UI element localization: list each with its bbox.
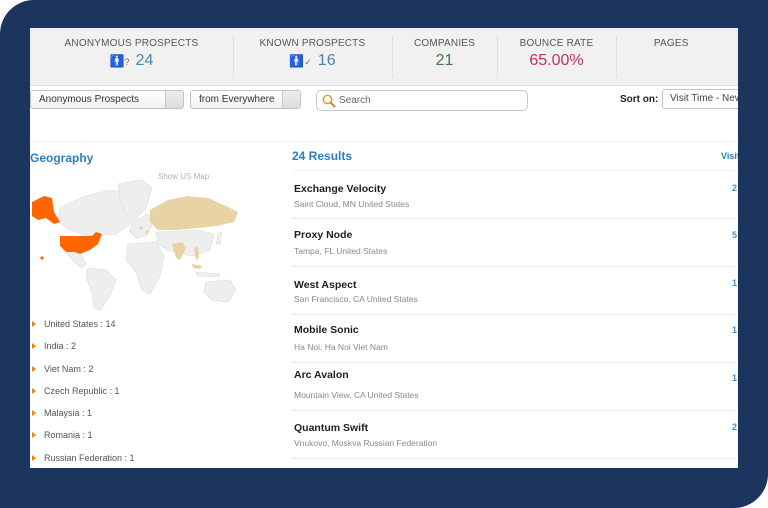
result-row[interactable]: Exchange Velocity Saint Cloud, MN United… (292, 171, 738, 219)
location-value: from Everywhere (199, 94, 275, 105)
anonymous-person-icon: 🚹? (109, 54, 130, 68)
bullet-arrow-icon (32, 432, 36, 439)
stat-value: 24 (135, 52, 154, 69)
country-item[interactable]: India : 2 (30, 341, 135, 363)
result-visits: 1 (732, 325, 738, 335)
result-location: Vnukovo, Moskva Russian Federation (294, 438, 438, 448)
result-name[interactable]: Proxy Node (294, 229, 352, 241)
map-africa (125, 241, 165, 295)
country-item[interactable]: Romania : 1 (30, 430, 135, 452)
stat-pages[interactable]: PAGES (615, 28, 738, 86)
map-usa (60, 232, 102, 254)
result-location: Mountain View, CA United States (294, 390, 419, 400)
country-item[interactable]: United States : 14 (30, 319, 135, 341)
known-person-icon: 🚹✓ (289, 54, 312, 68)
country-item[interactable]: Czech Republic : 1 (30, 386, 135, 408)
country-list: United States : 14 India : 2 Viet Nam : … (30, 319, 135, 468)
country-item[interactable]: Malaysia : 1 (30, 408, 135, 430)
geography-title: Geography (30, 151, 94, 165)
dropdown-arrow-icon (282, 91, 300, 108)
result-visits: 2 (732, 422, 738, 432)
country-item[interactable]: Russian Federation : 1 (30, 453, 135, 468)
world-map[interactable] (30, 178, 280, 313)
result-name[interactable]: Mobile Sonic (294, 324, 359, 336)
location-select[interactable]: from Everywhere (190, 90, 301, 109)
sort-select[interactable]: Visit Time - Newest (662, 89, 738, 109)
search-icon (322, 94, 336, 108)
bullet-arrow-icon (32, 365, 36, 372)
result-visits: 5 (732, 230, 738, 240)
result-row[interactable]: West Aspect San Francisco, CA United Sta… (292, 267, 738, 315)
prospect-type-value: Anonymous Prospects (39, 94, 140, 105)
sort-label: Sort on: (620, 94, 659, 105)
visits-column-header[interactable]: Visits (721, 151, 738, 161)
bullet-arrow-icon (32, 321, 36, 327)
stat-label: COMPANIES (413, 38, 476, 49)
map-asia (155, 229, 215, 257)
stat-label: ANONYMOUS PROSPECTS (64, 38, 199, 49)
map-czech (139, 226, 143, 230)
section-divider (30, 141, 738, 142)
stat-label: KNOWN PROSPECTS (259, 38, 366, 49)
map-mexico (65, 251, 87, 269)
result-visits: 1 (732, 373, 738, 383)
map-romania (145, 230, 149, 234)
map-indonesia (195, 271, 221, 278)
stat-known-prospects[interactable]: KNOWN PROSPECTS 🚹✓ 16 (232, 28, 392, 86)
stats-bar: ANONYMOUS PROSPECTS 🚹? 24 KNOWN PROSPECTS… (30, 28, 738, 86)
result-name[interactable]: Quantum Swift (294, 422, 368, 434)
bullet-arrow-icon (32, 454, 36, 461)
result-row[interactable]: Proxy Node Tampa, FL United States 5 (292, 219, 738, 267)
result-location: Tampa, FL United States (294, 246, 388, 256)
map-japan (215, 231, 223, 245)
stat-label: PAGES (653, 38, 689, 49)
stat-bounce-rate[interactable]: BOUNCE RATE 65.00% (497, 28, 616, 86)
map-malaysia (192, 264, 202, 269)
results-count-title: 24 Results (292, 149, 353, 163)
map-australia (203, 279, 237, 303)
map-south-america (85, 267, 117, 311)
result-location: San Francisco, CA United States (294, 294, 418, 304)
map-hawaii (40, 256, 44, 260)
result-location: Saint Cloud, MN United States (294, 199, 410, 209)
bullet-arrow-icon (32, 343, 36, 350)
result-visits: 1 (732, 278, 738, 288)
result-name[interactable]: Exchange Velocity (294, 183, 386, 195)
window-frame: ANONYMOUS PROSPECTS 🚹? 24 KNOWN PROSPECTS… (0, 0, 768, 508)
search-input[interactable] (339, 93, 524, 108)
country-item[interactable]: Viet Nam : 2 (30, 364, 135, 386)
result-row[interactable]: Arc Avalon Mountain View, CA United Stat… (292, 363, 738, 411)
bullet-arrow-icon (32, 387, 36, 394)
stat-companies[interactable]: COMPANIES 21 (391, 28, 497, 86)
prospect-type-select[interactable]: Anonymous Prospects (30, 90, 184, 109)
map-alaska (32, 196, 60, 224)
result-visits: 2 (732, 183, 738, 193)
prospects-panel: ANONYMOUS PROSPECTS 🚹? 24 KNOWN PROSPECTS… (30, 28, 738, 468)
bullet-arrow-icon (32, 410, 36, 417)
stat-anonymous-prospects[interactable]: ANONYMOUS PROSPECTS 🚹? 24 (30, 28, 233, 86)
search-box[interactable] (316, 90, 528, 111)
stat-label: BOUNCE RATE (519, 38, 594, 49)
dropdown-arrow-icon (165, 91, 183, 108)
map-russia (150, 196, 238, 230)
stat-value: 65.00% (529, 52, 584, 69)
result-name[interactable]: Arc Avalon (294, 369, 349, 381)
result-name[interactable]: West Aspect (294, 279, 356, 291)
result-location: Ha Noi, Ha Noi Viet Nam (294, 342, 388, 352)
stat-value: 21 (435, 52, 454, 69)
result-row[interactable]: Quantum Swift Vnukovo, Moskva Russian Fe… (292, 411, 738, 459)
stat-value: 16 (317, 52, 336, 69)
result-row[interactable]: Mobile Sonic Ha Noi, Ha Noi Viet Nam 1 (292, 315, 738, 363)
